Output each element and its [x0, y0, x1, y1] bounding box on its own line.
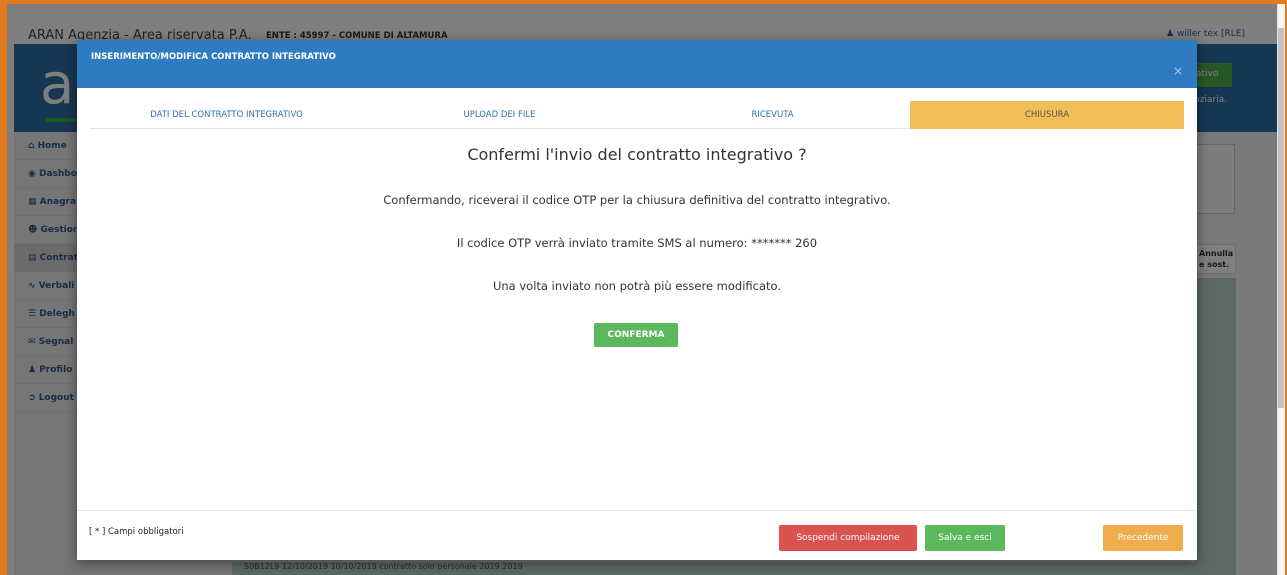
tab-dati-contratto[interactable]: DATI DEL CONTRATTO INTEGRATIVO [90, 101, 363, 129]
modal-footer: [ * ] Campi obbligatori Sospendi compila… [77, 510, 1197, 560]
sms-number-text: Il codice OTP verrà inviato tramite SMS … [456, 236, 818, 250]
confirm-button[interactable]: CONFERMA [594, 323, 678, 347]
close-icon[interactable]: × [1173, 64, 1183, 78]
otp-info-text: Confermando, riceverai il codice OTP per… [383, 193, 891, 207]
required-fields-note: [ * ] Campi obbligatori [89, 527, 184, 537]
scrollbar-thumb[interactable] [1278, 28, 1284, 408]
previous-button[interactable]: Precedente [1103, 525, 1183, 551]
tab-upload-file[interactable]: UPLOAD DEI FILE [363, 101, 636, 129]
suspend-button[interactable]: Sospendi compilazione [779, 525, 917, 551]
wizard-tabs: DATI DEL CONTRATTO INTEGRATIVO UPLOAD DE… [90, 101, 1184, 129]
tab-ricevuta[interactable]: RICEVUTA [636, 101, 909, 129]
save-exit-button[interactable]: Salva e esci [925, 525, 1005, 551]
tab-chiusura[interactable]: CHIUSURA [910, 101, 1184, 129]
confirm-heading: Confermi l'invio del contratto integrati… [467, 145, 807, 164]
contract-modal: INSERIMENTO/MODIFICA CONTRATTO INTEGRATI… [77, 40, 1197, 560]
modal-header: INSERIMENTO/MODIFICA CONTRATTO INTEGRATI… [77, 40, 1197, 88]
modal-title: INSERIMENTO/MODIFICA CONTRATTO INTEGRATI… [91, 52, 336, 62]
warning-text: Una volta inviato non potrà più essere m… [492, 279, 782, 293]
